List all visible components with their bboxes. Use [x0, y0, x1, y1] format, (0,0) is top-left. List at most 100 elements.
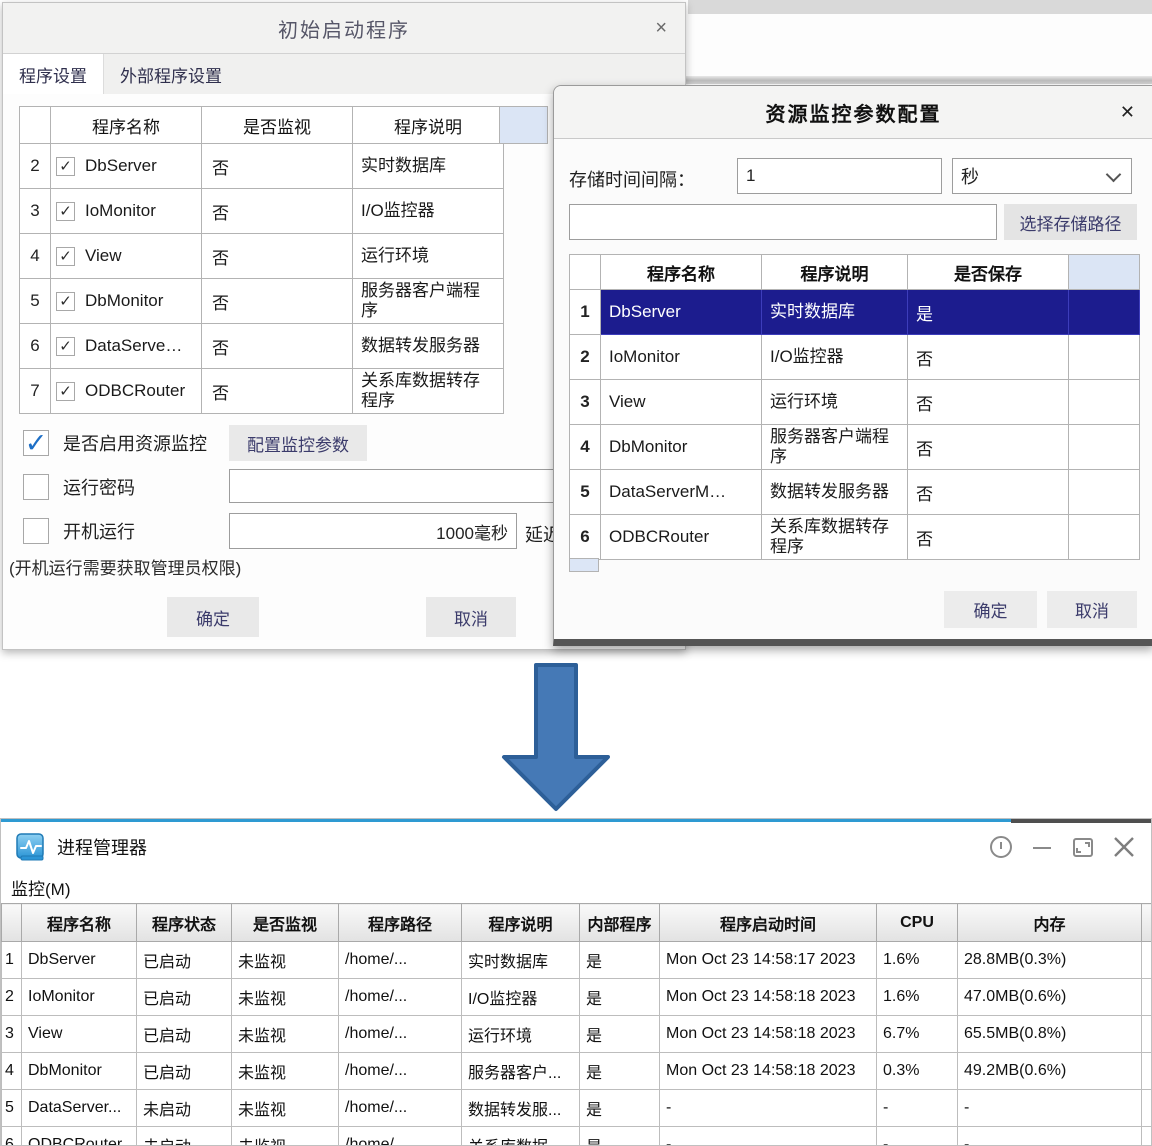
program-name: ODBCRouter — [22, 1127, 137, 1146]
table-row[interactable]: 3 ✓IoMonitor 否 I/O监控器 — [20, 189, 504, 234]
checkbox-resource-monitor-checked[interactable]: ✓ — [23, 430, 49, 456]
header-program-name[interactable]: 程序名称 — [22, 904, 137, 942]
header-start-time[interactable]: 程序启动时间 — [660, 904, 877, 942]
cell-extra — [1069, 515, 1140, 560]
row-number: 4 — [20, 234, 51, 279]
checkbox-run-password-unchecked[interactable] — [23, 474, 49, 500]
cell-spare — [1142, 1016, 1152, 1053]
cell-extra — [1069, 290, 1140, 335]
header-memory[interactable]: 内存 — [958, 904, 1142, 942]
selected-unit: 秒 — [961, 163, 979, 189]
header-internal[interactable]: 内部程序 — [580, 904, 660, 942]
monitor-value: 否 — [202, 369, 353, 414]
program-description: 关系库数据转存程序 — [762, 515, 908, 560]
save-value: 否 — [908, 425, 1069, 470]
program-path: /home/... — [339, 1016, 462, 1053]
close-icon[interactable] — [1111, 834, 1137, 860]
checkbox-checked[interactable]: ✓ — [56, 157, 75, 176]
dialog1-titlebar[interactable]: 初始启动程序 × — [3, 3, 685, 54]
tab-program-settings[interactable]: 程序设置 — [3, 54, 104, 94]
tab-external-program-settings[interactable]: 外部程序设置 — [104, 54, 238, 94]
tab-label: 外部程序设置 — [120, 62, 222, 87]
configure-monitor-params-button[interactable]: 配置监控参数 — [229, 425, 367, 461]
storage-path-input[interactable] — [569, 204, 997, 240]
chevron-down-icon — [1106, 166, 1122, 182]
boot-delay-input[interactable] — [229, 513, 517, 549]
menu-monitor[interactable]: 监控(M) — [11, 875, 70, 900]
program-name: DataServe… — [85, 336, 182, 356]
minimize-icon[interactable] — [1029, 835, 1055, 859]
table-row[interactable]: 4 ✓View 否 运行环境 — [20, 234, 504, 279]
header-program-path[interactable]: 程序路径 — [339, 904, 462, 942]
table-row[interactable]: 5 DataServerM… 数据转发服务器 否 — [570, 470, 1140, 515]
program-description: 数据转发服务器 — [353, 324, 504, 369]
process-row[interactable]: 5 DataServer... 未启动 未监视 /home/... 数据转发服.… — [2, 1090, 1152, 1127]
save-value: 否 — [908, 380, 1069, 425]
header-monitor[interactable]: 是否监视 — [232, 904, 339, 942]
choose-storage-path-button[interactable]: 选择存储路径 — [1004, 204, 1137, 240]
table-row[interactable]: 2 IoMonitor I/O监控器 否 — [570, 335, 1140, 380]
program-description: 关系库数据... — [462, 1127, 580, 1146]
header-program-status[interactable]: 程序状态 — [137, 904, 232, 942]
dialog2-title: 资源监控参数配置 — [766, 98, 942, 127]
info-icon[interactable] — [989, 835, 1013, 859]
process-manager-window: 进程管理器 监控(M) 程 — [0, 818, 1152, 1146]
process-row[interactable]: 2 IoMonitor 已启动 未监视 /home/... I/O监控器 是 M… — [2, 979, 1152, 1016]
monitor-value: 否 — [202, 144, 353, 189]
header-cpu[interactable]: CPU — [877, 904, 958, 942]
dialog2-titlebar[interactable]: 资源监控参数配置 ✕ — [554, 86, 1152, 139]
dialog1-title: 初始启动程序 — [278, 14, 410, 43]
table-row[interactable]: 4 DbMonitor 服务器客户端程序 否 — [570, 425, 1140, 470]
monitor-status: 未监视 — [232, 1127, 339, 1146]
table-row[interactable]: 6 ✓DataServe… 否 数据转发服务器 — [20, 324, 504, 369]
row-number: 1 — [570, 290, 601, 335]
table-row[interactable]: 3 View 运行环境 否 — [570, 380, 1140, 425]
process-table-header-row: 程序名称 程序状态 是否监视 程序路径 程序说明 内部程序 程序启动时间 CPU… — [2, 904, 1152, 942]
program-description: 服务器客户端程序 — [353, 279, 504, 324]
ok-button[interactable]: 确定 — [167, 597, 259, 637]
checkbox-checked[interactable]: ✓ — [56, 382, 75, 401]
program-path: /home/... — [339, 979, 462, 1016]
checkbox-checked[interactable]: ✓ — [56, 292, 75, 311]
cancel-button[interactable]: 取消 — [1047, 591, 1137, 628]
admin-permission-note: (开机运行需要获取管理员权限) — [9, 554, 241, 579]
program-name: DbServer — [601, 290, 762, 335]
row-number: 2 — [2, 979, 22, 1016]
process-row[interactable]: 4 DbMonitor 已启动 未监视 /home/... 服务器客户... 是… — [2, 1053, 1152, 1090]
restore-icon[interactable] — [1071, 835, 1095, 859]
interval-input[interactable] — [737, 158, 942, 194]
process-row[interactable]: 3 View 已启动 未监视 /home/... 运行环境 是 Mon Oct … — [2, 1016, 1152, 1053]
monitor-status: 未监视 — [232, 1016, 339, 1053]
table-row[interactable]: 5 ✓DbMonitor 否 服务器客户端程序 — [20, 279, 504, 324]
table-row[interactable]: 7 ✓ODBCRouter 否 关系库数据转存程序 — [20, 369, 504, 414]
table-row[interactable]: 2 ✓DbServer 否 实时数据库 — [20, 144, 504, 189]
checkbox-checked[interactable]: ✓ — [56, 202, 75, 221]
cancel-button[interactable]: 取消 — [426, 597, 516, 637]
process-row[interactable]: 1 DbServer 已启动 未监视 /home/... 实时数据库 是 Mon… — [2, 942, 1152, 979]
checkbox-boot-run-unchecked[interactable] — [23, 518, 49, 544]
run-password-row: 运行密码 — [23, 474, 135, 500]
checkbox-checked[interactable]: ✓ — [56, 337, 75, 356]
program-name: View — [85, 246, 122, 266]
table-row[interactable]: 6 ODBCRouter 关系库数据转存程序 否 — [570, 515, 1140, 560]
ok-button[interactable]: 确定 — [944, 591, 1037, 628]
header-description[interactable]: 程序说明 — [462, 904, 580, 942]
header-blank — [570, 255, 601, 290]
header-monitor: 是否监视 — [202, 107, 353, 144]
row-number: 1 — [2, 942, 22, 979]
close-icon[interactable]: ✕ — [1120, 103, 1135, 121]
program-name: ODBCRouter — [601, 515, 762, 560]
pm-window-title: 进程管理器 — [57, 834, 147, 860]
interval-unit-select[interactable]: 秒 — [952, 158, 1132, 194]
monitor-value: 否 — [202, 324, 353, 369]
memory-usage: - — [958, 1127, 1142, 1146]
cpu-usage: - — [877, 1127, 958, 1146]
checkbox-checked[interactable]: ✓ — [56, 247, 75, 266]
process-row[interactable]: 6 ODBCRouter 未启动 未监视 /home/... 关系库数据... … — [2, 1127, 1152, 1146]
start-time: Mon Oct 23 14:58:18 2023 — [660, 1053, 877, 1090]
memory-usage: 28.8MB(0.3%) — [958, 942, 1142, 979]
pm-titlebar[interactable]: 进程管理器 — [1, 822, 1151, 872]
start-time: - — [660, 1090, 877, 1127]
close-icon[interactable]: × — [655, 18, 667, 38]
table-row-selected[interactable]: 1 DbServer 实时数据库 是 — [570, 290, 1140, 335]
